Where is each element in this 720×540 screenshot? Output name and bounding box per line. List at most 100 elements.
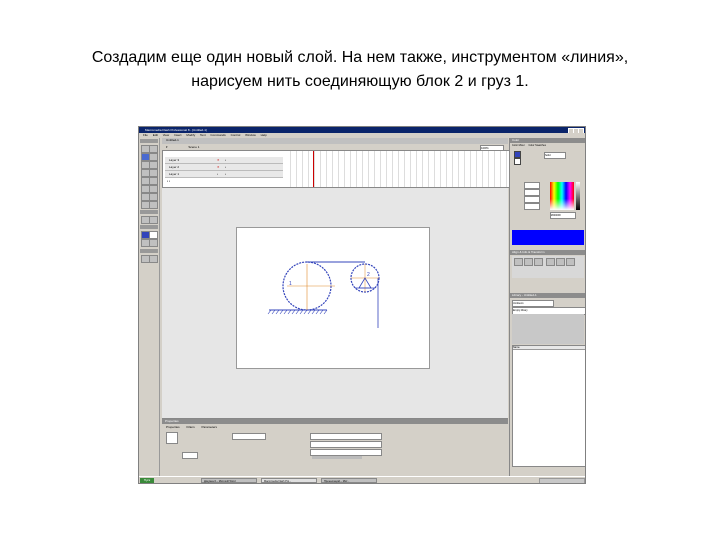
lock-icon[interactable]: • <box>225 171 226 177</box>
menu-commands[interactable]: Commands <box>210 133 225 137</box>
brightness-slider[interactable] <box>576 182 580 210</box>
layer-name: Layer 3 <box>169 158 180 162</box>
fill-type-select[interactable]: Solid <box>544 152 566 159</box>
zoom-tool-icon[interactable] <box>149 216 158 224</box>
timeline-button[interactable]: ▾ <box>166 145 168 149</box>
taskbar: Пуск Документ1 - Microsoft Word Macromed… <box>139 476 585 483</box>
library-select[interactable]: Untitled-1 <box>512 300 554 307</box>
taskbar-item-powerpoint[interactable]: Презентация1 - Micr... <box>321 478 377 483</box>
tool-preview-icon <box>166 432 178 444</box>
fill-transform-tool-icon[interactable] <box>149 185 158 193</box>
pulley-label: 2 <box>367 272 370 278</box>
insert-layer-icon[interactable]: ▪ <box>167 179 168 183</box>
color-spectrum[interactable] <box>550 182 574 210</box>
hex-field[interactable]: #0000FF <box>550 212 576 219</box>
layer-name: Layer 1 <box>169 172 180 176</box>
tools-title <box>140 139 158 143</box>
timeline-panel: Layer 3 ✕ • Layer 2 ✕ • Layer 1 • • ▪ ▪ <box>162 150 510 188</box>
align-center-icon[interactable] <box>524 258 533 266</box>
menu-text[interactable]: Text <box>200 133 206 137</box>
system-tray <box>539 478 585 483</box>
green-field[interactable] <box>524 189 540 196</box>
eye-icon[interactable]: ✕ <box>217 164 220 170</box>
caption-line-2: нарисуем нить соединяющую блок 2 и груз … <box>191 73 529 90</box>
menu-view[interactable]: View <box>163 133 169 137</box>
frames-grid[interactable] <box>285 151 507 187</box>
taskbar-item-word[interactable]: Документ1 - Microsoft Word <box>201 478 257 483</box>
menu-help[interactable]: Help <box>261 133 267 137</box>
text-tool-icon[interactable] <box>149 161 158 169</box>
tab-parameters[interactable]: Parameters <box>202 425 218 429</box>
eye-icon[interactable]: • <box>217 171 218 177</box>
scene-label: Scene 1 <box>188 145 200 149</box>
stroke-style-select[interactable] <box>232 433 266 440</box>
menu-control[interactable]: Control <box>231 133 241 137</box>
color-swatches-tab[interactable]: Color Swatches <box>528 144 546 147</box>
red-field[interactable] <box>524 182 540 189</box>
color-panel-title: Color <box>510 138 585 143</box>
align-bottom-icon[interactable] <box>566 258 575 266</box>
lock-icon[interactable]: • <box>225 157 226 163</box>
colors-title <box>140 225 158 229</box>
color-mixer-tab[interactable]: Color Mixer <box>512 144 525 147</box>
tab-properties[interactable]: Properties <box>166 425 180 429</box>
library-list[interactable]: Name <box>512 345 585 467</box>
lasso-tool-icon[interactable] <box>149 153 158 161</box>
eye-icon[interactable]: ✕ <box>217 157 220 163</box>
library-name-header[interactable]: Name <box>513 346 585 350</box>
window-title: Macromedia Flash Professional 8 - [Untit… <box>145 128 207 132</box>
flash-screenshot: Macromedia Flash Professional 8 - [Untit… <box>138 126 586 484</box>
layer-row[interactable]: Layer 2 ✕ • <box>165 164 283 171</box>
custom-button[interactable] <box>182 452 198 459</box>
subselection-tool-icon[interactable] <box>149 145 158 153</box>
cylinder-label: 1 <box>289 281 292 287</box>
options-title <box>140 249 158 253</box>
stroke-swatch-icon[interactable] <box>514 151 521 158</box>
properties-panel: Properties Properties Filters Parameters <box>162 418 508 477</box>
blue-field[interactable] <box>524 196 540 203</box>
menu-file[interactable]: File <box>143 133 148 137</box>
smooth-option-icon[interactable] <box>149 255 158 263</box>
library-preview <box>512 314 584 344</box>
menu-modify[interactable]: Modify <box>186 133 195 137</box>
stroke-hinting-checkbox[interactable] <box>312 456 362 459</box>
panels-column: Color Color Mixer Color Swatches Solid #… <box>509 138 585 476</box>
stage-canvas[interactable]: 1 2 <box>236 227 430 369</box>
view-title <box>140 210 158 214</box>
menu-insert[interactable]: Insert <box>174 133 182 137</box>
alpha-field[interactable] <box>524 203 540 210</box>
caption-line-1: Создадим еще один новый слой. На нем так… <box>91 49 629 66</box>
scale-select[interactable] <box>310 441 382 448</box>
work-area: 1 2 <box>162 188 508 424</box>
menu-window[interactable]: Window <box>245 133 256 137</box>
align-panel-title[interactable]: Align & Info & Transform <box>510 250 585 255</box>
fill-swatch-icon[interactable] <box>514 158 521 165</box>
fill-color-icon[interactable] <box>149 231 158 239</box>
document-tab[interactable]: Untitled-1 <box>166 138 179 142</box>
align-top-icon[interactable] <box>546 258 555 266</box>
start-button[interactable]: Пуск <box>140 478 154 483</box>
align-middle-icon[interactable] <box>556 258 565 266</box>
cap-select[interactable] <box>310 449 382 456</box>
paint-bucket-tool-icon[interactable] <box>149 193 158 201</box>
layer-row[interactable]: Layer 1 • • <box>165 171 283 178</box>
properties-tabs: Properties Filters Parameters <box>166 425 217 429</box>
brush-tool-icon[interactable] <box>149 177 158 185</box>
taskbar-item-flash[interactable]: Macromedia Flash Pro... <box>261 478 317 483</box>
align-left-icon[interactable] <box>514 258 523 266</box>
library-panel-title[interactable]: Library - Untitled-1 <box>510 293 585 298</box>
eraser-tool-icon[interactable] <box>149 201 158 209</box>
stroke-height-field[interactable] <box>310 433 382 440</box>
lock-icon[interactable]: • <box>225 164 226 170</box>
layer-row[interactable]: Layer 3 ✕ • <box>165 157 283 164</box>
rectangle-tool-icon[interactable] <box>149 169 158 177</box>
align-right-icon[interactable] <box>534 258 543 266</box>
align-panel-body <box>512 256 584 278</box>
playhead[interactable] <box>313 151 314 187</box>
color-preview <box>512 230 584 245</box>
swap-colors-icon[interactable] <box>149 239 158 247</box>
delete-layer-icon[interactable]: ▪ <box>169 179 170 183</box>
tab-filters[interactable]: Filters <box>187 425 195 429</box>
menu-edit[interactable]: Edit <box>153 133 158 137</box>
mechanics-drawing: 1 2 <box>267 261 380 328</box>
